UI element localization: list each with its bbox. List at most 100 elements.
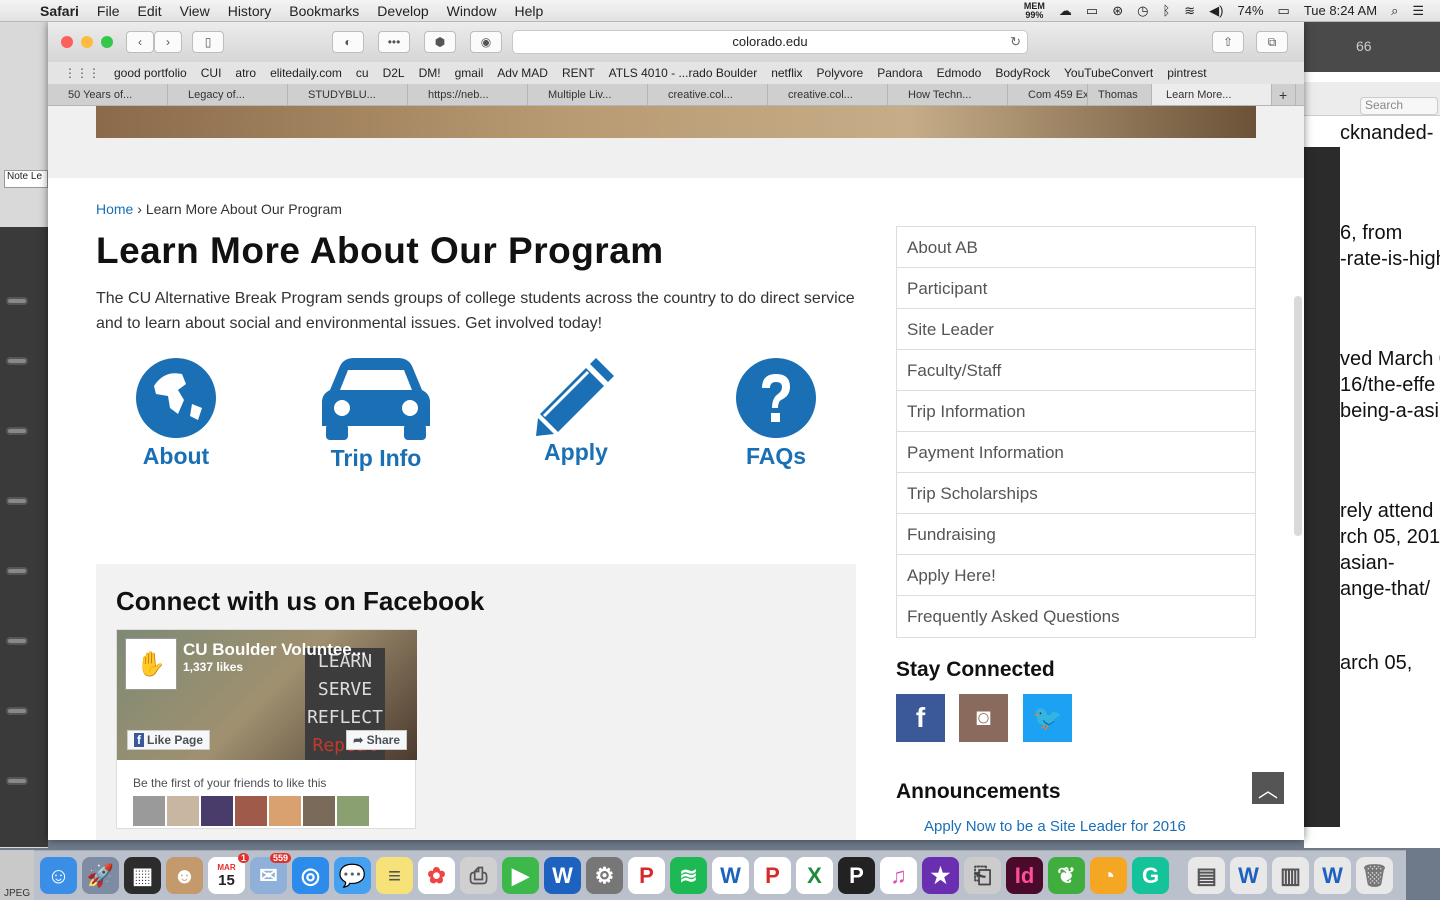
browser-tab-active[interactable]: Learn More... [1152,84,1272,105]
avatar[interactable] [167,796,199,826]
browser-tab[interactable]: Thomas [1088,84,1152,105]
menu-edit[interactable]: Edit [137,3,161,19]
word-doc-stack-icon[interactable]: W [1230,857,1267,894]
menu-help[interactable]: Help [514,3,543,19]
side-nav-item[interactable]: About AB [897,227,1255,268]
menu-window[interactable]: Window [447,3,497,19]
preview-icon[interactable]: ⎙ [460,857,497,894]
instagram-icon[interactable]: ◙ [959,694,1008,742]
new-tab-button[interactable]: + [1272,84,1296,105]
spotify-icon[interactable]: ≋ [670,857,707,894]
quick-link-trip-info[interactable]: Trip Info [296,356,456,472]
bookmark-item[interactable]: Adv MAD [497,66,548,80]
browser-tab[interactable]: Legacy of... [168,84,288,105]
word-doc-stack-icon[interactable]: W [1314,857,1351,894]
bookmark-item[interactable]: CUI [201,66,222,80]
facebook-like-button[interactable]: f Like Page [127,730,211,750]
avatar[interactable] [133,796,165,826]
breadcrumb-home-link[interactable]: Home [96,201,133,217]
grammarly-app-icon[interactable]: G [1132,857,1169,894]
finder-icon[interactable]: ☺ [40,857,77,894]
excel-icon[interactable]: X [796,857,833,894]
itunes-icon[interactable]: ♫ [880,857,917,894]
browser-tab[interactable]: Com 459 Ex [1008,84,1088,105]
document-search-input[interactable]: Search [1360,97,1438,115]
bookmark-item[interactable]: D2L [383,66,405,80]
quick-link-apply[interactable]: Apply [496,356,656,466]
close-window-button[interactable] [61,36,73,48]
menu-bookmarks[interactable]: Bookmarks [289,3,359,19]
bookmark-item[interactable]: atro [235,66,256,80]
side-nav-item[interactable]: Trip Information [897,391,1255,432]
facebook-page-name[interactable]: CU Boulder Voluntee... [183,640,366,660]
imovie-icon[interactable]: ★ [922,857,959,894]
browser-tab[interactable]: creative.col... [768,84,888,105]
airplay-icon[interactable]: ▭ [1086,3,1098,19]
facebook-page-widget[interactable]: LEARN SERVE REFLECT Repeat ✋ CU Boulder … [116,629,417,829]
image-capture-icon[interactable]: ⎗ [964,857,1001,894]
bookmark-item[interactable]: elitedaily.com [270,66,342,80]
spotlight-icon[interactable]: ⌕ [1391,3,1398,19]
word-icon[interactable]: W [544,857,581,894]
minimize-window-button[interactable] [81,36,93,48]
menu-view[interactable]: View [180,3,210,19]
facebook-icon[interactable]: f [896,694,945,742]
browser-tab[interactable]: https://neb... [408,84,528,105]
wifi-icon[interactable]: ≋ [1184,3,1195,19]
menu-history[interactable]: History [228,3,272,19]
bookmark-item[interactable]: RENT [562,66,595,80]
avatar[interactable] [235,796,267,826]
side-nav-item[interactable]: Site Leader [897,309,1255,350]
menu-app-name[interactable]: Safari [40,3,79,19]
creative-cloud-icon[interactable]: ☁ [1059,3,1072,19]
facebook-share-button[interactable]: ➦ Share [346,730,407,750]
facetime-icon[interactable]: ▶ [502,857,539,894]
forward-button[interactable]: › [154,31,182,53]
avatar[interactable] [337,796,369,826]
bookmark-item[interactable]: gmail [455,66,484,80]
dashboard-icon[interactable]: ▦ [124,857,161,894]
menu-develop[interactable]: Develop [377,3,428,19]
more-extensions-icon[interactable]: ••• [378,31,410,53]
launchpad-icon[interactable]: 🚀 [82,857,119,894]
time-machine-icon[interactable]: ◷ [1137,3,1148,19]
sidebar-toggle-icon[interactable]: ▯ [192,31,224,53]
announcement-link[interactable]: Apply Now to be a Site Leader for 2016 [924,818,1186,835]
twitter-icon[interactable]: 🐦 [1023,694,1072,742]
side-nav-item[interactable]: Faculty/Staff [897,350,1255,391]
system-preferences-icon[interactable]: ⚙ [586,857,623,894]
avatar[interactable] [201,796,233,826]
avatar[interactable] [269,796,301,826]
evernote-icon[interactable]: ❦ [1048,857,1085,894]
bookmark-item[interactable]: ATLS 4010 - ...rado Boulder [609,66,758,80]
volume-icon[interactable]: ◀) [1209,3,1223,19]
notes-icon[interactable]: ≡ [376,857,413,894]
adblock-icon[interactable]: ⬢ [424,31,456,53]
browser-tab[interactable]: Multiple Liv... [528,84,648,105]
avatar[interactable] [303,796,335,826]
bookmark-item[interactable]: DM! [419,66,441,80]
safari-icon[interactable]: ◎ [292,857,329,894]
messages-icon[interactable]: 💬 [334,857,371,894]
quick-link-about[interactable]: About [96,356,256,470]
note-field[interactable]: Note Le [4,170,48,188]
top-sites-icon[interactable]: ⋮⋮⋮ [64,66,100,80]
battery-percent[interactable]: 74% [1238,3,1264,18]
browser-tab[interactable]: How Techn... [888,84,1008,105]
powerpoint-icon[interactable]: P [628,857,665,894]
bookmark-item[interactable]: Pandora [877,66,922,80]
notification-center-icon[interactable]: ☰ [1412,3,1424,19]
calendar-icon[interactable]: MAR 15 1 [208,853,249,894]
bluetooth-icon[interactable]: ᛒ [1162,3,1170,18]
browser-tab[interactable]: STUDYBLU... [288,84,408,105]
photos-icon[interactable]: ✿ [418,857,455,894]
page-scrollbar[interactable] [1294,296,1302,536]
bookmark-item[interactable]: YouTubeConvert [1064,66,1153,80]
side-nav-item[interactable]: Trip Scholarships [897,473,1255,514]
accessibility-icon[interactable]: ⊛ [1112,3,1123,19]
bookmark-item[interactable]: cu [356,66,369,80]
back-button[interactable]: ‹ [126,31,154,53]
vlc-icon[interactable]: ◔ [1090,857,1127,894]
side-nav-item[interactable]: Fundraising [897,514,1255,555]
powerpoint-alt-icon[interactable]: P [754,857,791,894]
